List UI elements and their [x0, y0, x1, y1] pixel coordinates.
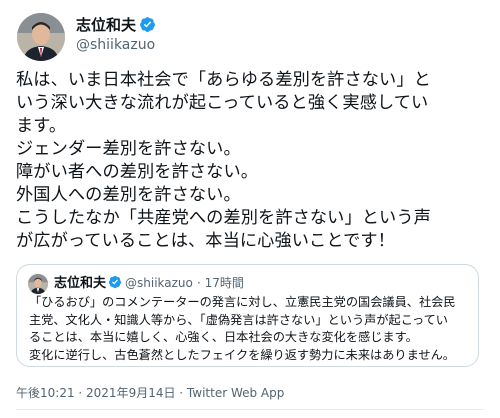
quote-header: 志位和夫 @shiikazuo · 17時間: [54, 275, 244, 292]
tweet-timestamp[interactable]: 午後10:21 · 2021年9月14日 · Twitter Web App: [16, 385, 284, 401]
divider: [16, 409, 484, 410]
tweet-line: 外国人への差別を許さない。: [16, 185, 241, 205]
quote-time: · 17時間: [197, 276, 244, 290]
tweet-card: 志位和夫 @shiikazuo 私は、いま日本社会で「あらゆる差別を許さない」と…: [0, 0, 500, 418]
tweet-line: ジェンダー差別を許さない。: [16, 139, 241, 159]
quote-author-name: 志位和夫: [54, 276, 107, 291]
quote-line: ることは、本当に嬉しく、心強く、日本社会の大きな変化を感じます。: [29, 330, 418, 344]
quoted-tweet[interactable]: 志位和夫 @shiikazuo · 17時間 「ひるおび」のコメンテーターの発言に…: [16, 264, 479, 367]
quote-line: 「ひるおび」のコメンテーターの発言に対し、立憲民主党の国会議員、社会民: [29, 295, 456, 309]
author-avatar[interactable]: [17, 13, 65, 61]
tweet-line: いう深い大きな流れが起こっていると強く実感してい: [16, 93, 429, 113]
tweet-line: が広がっていることは、本当に心強いことです！: [16, 231, 395, 251]
quote-line: 主党、文化人・知識人等から、「虚偽発言は許さない」という声が起こってい: [29, 312, 448, 327]
verified-badge-icon: [140, 17, 155, 32]
quote-line: 変化に逆行し、古色蒼然としたフェイクを繰り返す勢力に未来はありません。: [29, 347, 455, 362]
quote-author-handle: @shiikazuo: [125, 276, 193, 290]
quote-body: 「ひるおび」のコメンテーターの発言に対し、立憲民主党の国会議員、社会民 主党、文…: [29, 294, 469, 364]
tweet-line: 障がい者への差別を許さない。: [16, 162, 259, 182]
author-handle[interactable]: @shiikazuo: [76, 36, 155, 54]
author-name[interactable]: 志位和夫: [76, 16, 156, 34]
quote-author-avatar: [28, 274, 48, 294]
tweet-line: 私は、いま日本社会で「あらゆる差別を許さない」と: [16, 70, 431, 90]
tweet-line: こうしたなか「共産党への差別を許さない」という声: [16, 208, 431, 228]
author-name-text[interactable]: 志位和夫: [76, 16, 136, 34]
tweet-line: ます。: [16, 116, 67, 136]
verified-badge-icon: [108, 275, 122, 289]
tweet-body: 私は、いま日本社会で「あらゆる差別を許さない」と いう深い大きな流れが起こってい…: [16, 69, 492, 253]
